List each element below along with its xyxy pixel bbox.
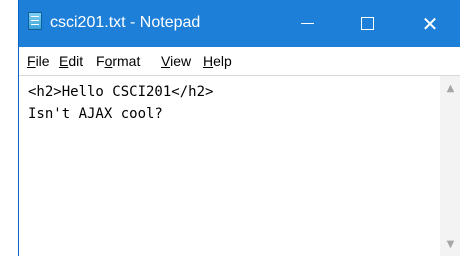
minimize-icon bbox=[300, 23, 314, 24]
close-icon: ✕ bbox=[421, 11, 439, 36]
chevron-down-icon[interactable]: ▼ bbox=[440, 236, 460, 252]
minimize-button[interactable] bbox=[277, 0, 337, 47]
menu-format-prefix: F bbox=[96, 53, 105, 69]
text-editor-area[interactable]: <h2>Hello CSCI201</h2> Isn't AJAX cool? bbox=[19, 76, 440, 256]
menu-format[interactable]: Format bbox=[95, 47, 141, 75]
maximize-icon bbox=[360, 17, 374, 30]
menu-format-label: rmat bbox=[112, 53, 141, 69]
menu-bar: File Edit Format View Help bbox=[19, 47, 460, 76]
close-button[interactable]: ✕ bbox=[399, 0, 460, 47]
window-title: csci201.txt - Notepad bbox=[50, 14, 201, 31]
vertical-scrollbar[interactable]: ▲ ▼ bbox=[440, 76, 460, 256]
editor-line[interactable]: <h2>Hello CSCI201</h2> bbox=[28, 82, 213, 102]
menu-file-label: ile bbox=[35, 53, 50, 69]
menu-help-mnemonic: H bbox=[203, 53, 214, 69]
notepad-icon bbox=[28, 12, 42, 30]
menu-edit[interactable]: Edit bbox=[58, 47, 84, 75]
chevron-up-icon[interactable]: ▲ bbox=[440, 80, 460, 96]
menu-help-label: elp bbox=[213, 53, 232, 69]
menu-file-mnemonic: F bbox=[27, 53, 36, 69]
notepad-window: csci201.txt - Notepad ✕ File Edit Format… bbox=[18, 0, 460, 256]
menu-edit-mnemonic: E bbox=[59, 53, 69, 69]
menu-view[interactable]: View bbox=[160, 47, 192, 75]
menu-help[interactable]: Help bbox=[202, 47, 233, 75]
menu-view-label: iew bbox=[170, 53, 192, 69]
maximize-button[interactable] bbox=[337, 0, 397, 47]
menu-view-mnemonic: V bbox=[161, 53, 171, 69]
menu-file[interactable]: File bbox=[26, 47, 51, 75]
menu-edit-label: dit bbox=[68, 53, 84, 69]
editor-line[interactable]: Isn't AJAX cool? bbox=[28, 104, 163, 124]
title-bar[interactable]: csci201.txt - Notepad ✕ bbox=[19, 0, 460, 47]
